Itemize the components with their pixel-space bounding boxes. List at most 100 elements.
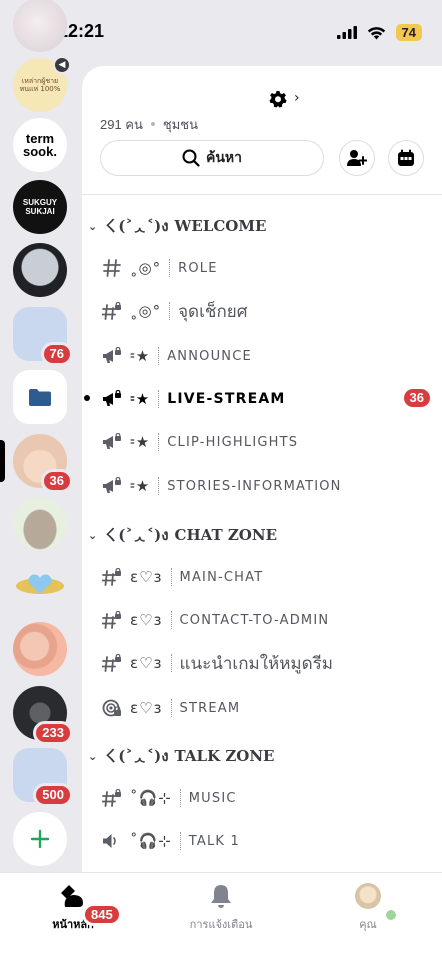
channel-talk-1[interactable]: ˚🎧⊹ Talk 1: [100, 823, 430, 859]
server-icon-12[interactable]: 233: [13, 686, 73, 745]
channel-deco: ˚🎧⊹: [130, 832, 172, 850]
tab-you[interactable]: คุณ: [313, 883, 423, 933]
channel-name: Role: [178, 260, 218, 276]
search-label: ค้นหา: [205, 150, 243, 166]
channel-name: announce: [167, 348, 252, 364]
channel-name: main-chat: [179, 569, 264, 585]
channel-name: stream: [179, 700, 241, 716]
channel-stories-information[interactable]: ⹀★ stories-information: [100, 468, 430, 504]
voice-channel-icon: [100, 832, 124, 850]
server-badge: 500: [33, 783, 73, 807]
events-button[interactable]: [388, 140, 424, 176]
category-deco: ㄑ(˃ᆺ˂)ง: [103, 747, 169, 765]
bell-icon: [211, 885, 231, 908]
server-label: SUKGUY SUKJAI: [22, 198, 58, 216]
header-divider: [82, 194, 442, 195]
channel-deco: ˳◎°: [130, 259, 162, 277]
selected-server-indicator: [0, 440, 5, 482]
channel-deco: ɛ♡ɜ: [130, 699, 163, 717]
announcement-locked-icon: [100, 477, 124, 495]
tab-notifications-label: การแจ้งเตือน: [189, 918, 253, 931]
channel-name: contact-to-admin: [179, 612, 330, 628]
online-status-icon: [384, 908, 398, 922]
category-name: TALK ZONE: [174, 747, 275, 765]
server-icon-9[interactable]: [13, 497, 67, 551]
category-talk-zone[interactable]: ⌄ ㄑ(˃ᆺ˂)ง TALK ZONE: [88, 744, 275, 768]
server-icon-5[interactable]: [13, 243, 67, 297]
category-chat-zone[interactable]: ⌄ ㄑ(˃ᆺ˂)ง CHAT ZONE: [88, 523, 277, 547]
category-name: WELCOME: [174, 217, 267, 235]
channel-live-stream[interactable]: ⹀★ Live-stream 36: [84, 381, 430, 417]
folder-icon: [29, 388, 51, 406]
server-icon-13[interactable]: 500: [13, 748, 73, 807]
category-welcome[interactable]: ⌄ ㄑ(˃ᆺ˂)ง WELCOME: [88, 214, 266, 238]
server-icon-3[interactable]: term sook.: [13, 118, 67, 172]
channel-deco: ɛ♡ɜ: [130, 654, 163, 672]
search-icon: [182, 149, 200, 167]
server-icon-10[interactable]: [13, 558, 67, 612]
channel-name: music: [188, 790, 237, 806]
category-deco: ㄑ(˃ᆺ˂)ง: [103, 217, 169, 235]
server-settings-gear-icon[interactable]: [269, 90, 287, 108]
channel-role[interactable]: ˳◎° Role: [100, 250, 430, 286]
bottom-navigation: หน้าหลัก 845 การแจ้งเตือน คุณ: [0, 872, 442, 960]
cellular-signal-icon: [336, 26, 357, 39]
channel-deco: ⹀★: [130, 390, 151, 408]
channel-deco: ˳◎°: [130, 302, 162, 320]
chevron-down-icon: ⌄: [88, 528, 98, 542]
locked-hash-icon: [100, 568, 124, 586]
channel-deco: ɛ♡ɜ: [130, 568, 163, 586]
wifi-icon: [367, 26, 385, 39]
channel-name: Live-stream: [167, 391, 286, 407]
server-icon-1[interactable]: [13, 0, 67, 52]
channel-stream[interactable]: ɛ♡ɜ stream: [100, 690, 430, 726]
announcement-locked-icon: [100, 433, 124, 451]
server-rail: เหล่ากผู้ชายหนแห่ 100% ◀ term sook. SUKG…: [0, 0, 82, 870]
server-icon-2[interactable]: เหล่ากผู้ชายหนแห่ 100% ◀: [13, 56, 71, 112]
status-icons: 74: [336, 24, 422, 41]
channel-deco: ⹀★: [130, 477, 151, 495]
server-badge: 233: [33, 721, 73, 745]
server-icon-8[interactable]: 36: [13, 434, 73, 493]
tab-you-label: คุณ: [359, 918, 377, 931]
locked-hash-icon: [100, 611, 124, 629]
add-server-button[interactable]: [13, 812, 67, 866]
channel-announce[interactable]: ⹀★ announce: [100, 338, 430, 374]
channel-name: Talk 1: [188, 833, 240, 849]
channel-name: stories-information: [167, 478, 342, 494]
channel-name: clip-highlights: [167, 434, 299, 450]
server-meta: 291 คน ชุมชน: [100, 114, 198, 135]
speaker-icon: ◀: [53, 56, 71, 74]
unread-indicator: [84, 395, 90, 401]
invite-members-button[interactable]: [339, 140, 375, 176]
channel-name: จุดเช็กยศ: [178, 301, 248, 322]
channel-main-chat[interactable]: ɛ♡ɜ main-chat: [100, 559, 430, 595]
channel-game-recommend[interactable]: ɛ♡ɜ แนะนำเกมให้หมูดรีม: [100, 645, 430, 681]
mention-badge: 36: [403, 389, 430, 407]
server-badge: 36: [40, 469, 73, 493]
server-label: เหล่ากผู้ชายหนแห่ 100%: [19, 77, 61, 93]
channel-deco: ɛ♡ɜ: [130, 611, 163, 629]
server-icon-11[interactable]: [13, 622, 67, 676]
chevron-down-icon: ⌄: [88, 219, 98, 233]
server-folder[interactable]: [13, 370, 67, 424]
tab-home[interactable]: หน้าหลัก 845: [18, 883, 128, 933]
channel-rank-check[interactable]: ˳◎° จุดเช็กยศ: [100, 293, 430, 329]
tab-notifications[interactable]: การแจ้งเตือน: [166, 883, 276, 933]
add-user-icon: [347, 150, 367, 166]
chevron-right-icon[interactable]: ›: [294, 90, 300, 106]
category-name: CHAT ZONE: [174, 526, 278, 544]
channel-deco: ˚🎧⊹: [130, 789, 172, 807]
locked-hash-icon: [100, 789, 124, 807]
plus-icon: [30, 829, 50, 849]
channel-contact-to-admin[interactable]: ɛ♡ɜ contact-to-admin: [100, 602, 430, 638]
announcement-locked-icon: [100, 347, 124, 365]
server-icon-6[interactable]: 76: [13, 307, 73, 366]
channel-music[interactable]: ˚🎧⊹ music: [100, 780, 430, 816]
home-badge: 845: [82, 903, 122, 926]
channel-clip-highlights[interactable]: ⹀★ clip-highlights: [100, 424, 430, 460]
channel-name: แนะนำเกมให้หมูดรีม: [179, 653, 334, 674]
server-icon-4[interactable]: SUKGUY SUKJAI: [13, 180, 67, 234]
search-button[interactable]: ค้นหา: [100, 140, 324, 176]
member-count: 291 คน: [100, 117, 143, 132]
